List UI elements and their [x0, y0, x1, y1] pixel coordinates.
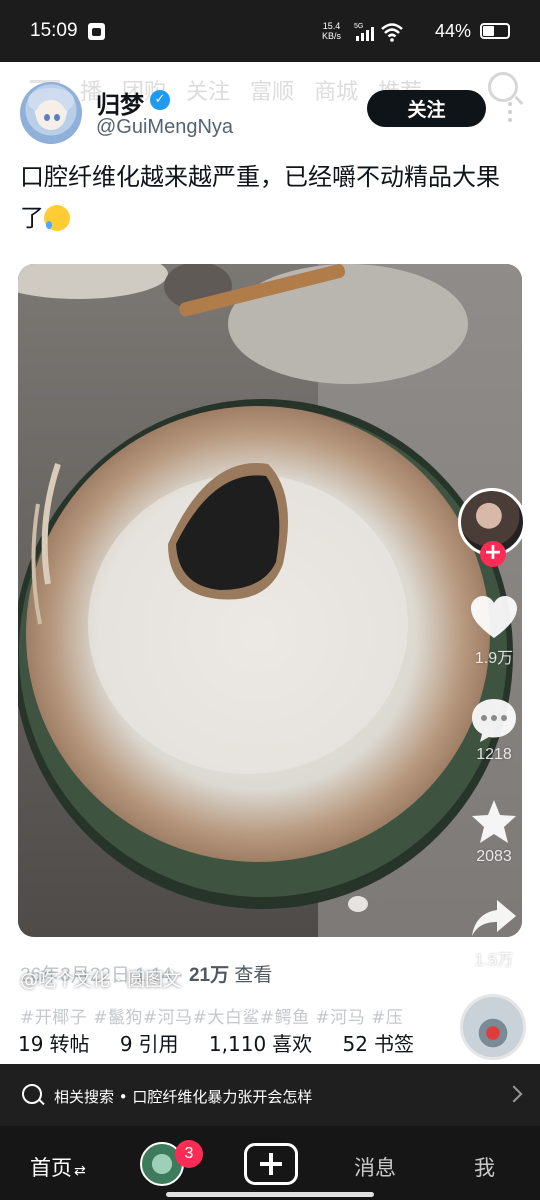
view-count: 21万 — [188, 965, 230, 986]
app-notification-icon — [88, 23, 105, 40]
status-time: 15:09 — [30, 20, 78, 41]
comment-icon — [472, 699, 516, 742]
engagement-stats: 19 转帖 9 引用 1,110 喜欢 52 书签 — [18, 1028, 438, 1057]
battery-fill — [483, 26, 494, 36]
video-author-tag[interactable]: @吃个文化 · 圆图文 — [20, 966, 181, 992]
search-icon[interactable] — [488, 72, 518, 102]
home-indicator[interactable] — [166, 1192, 374, 1197]
background-tab[interactable]: 商城 — [314, 74, 358, 106]
status-bar: 15:09 15.4 KB/s 5G 44% — [0, 0, 540, 62]
share-count: 1.5万 — [474, 952, 514, 969]
comment-count: 1218 — [476, 746, 512, 763]
battery-percent: 44% — [435, 21, 472, 41]
share-action[interactable]: 1.5万 — [466, 896, 522, 970]
comment-action[interactable]: 1218 — [466, 696, 522, 764]
nav-messages[interactable]: 消息 — [354, 1152, 396, 1182]
favorite-count: 2083 — [476, 848, 512, 865]
nav-home-label: 首页 — [30, 1156, 72, 1180]
verified-badge-icon: ✓ — [150, 90, 170, 110]
create-plus-icon[interactable] — [244, 1143, 298, 1185]
follow-button[interactable]: 关注 — [367, 90, 486, 127]
nav-me[interactable]: 我 — [474, 1152, 495, 1182]
share-arrow-icon — [472, 900, 516, 936]
music-disc-icon[interactable] — [460, 994, 526, 1060]
quote-count: 9 — [119, 1032, 133, 1056]
view-count-label: 查看 — [229, 965, 273, 986]
post-image[interactable] — [18, 264, 522, 937]
related-search-bar[interactable]: 相关搜索 • 口腔纤维化暴力张开会怎样 — [0, 1064, 540, 1126]
like-stat-label[interactable]: 喜欢 — [272, 1032, 312, 1056]
coconut-photo — [18, 264, 522, 937]
heart-icon — [471, 596, 517, 638]
author-handle[interactable]: @GuiMengNya — [96, 116, 233, 139]
network-speed-unit: KB/s — [322, 31, 342, 41]
bookmark-label[interactable]: 书签 — [374, 1032, 414, 1056]
more-icon[interactable] — [508, 102, 512, 126]
favorite-action[interactable]: 2083 — [466, 798, 522, 866]
hashtag-line[interactable]: #开椰子 #鬣狗#河马#大白鲨#鳄鱼 #河马 #压 — [20, 1003, 403, 1028]
bottom-nav: 首页 ⇄ 3 消息 我 — [0, 1126, 540, 1200]
chevron-right-icon — [505, 1085, 523, 1103]
signal-icon: 5G — [354, 23, 374, 41]
like-action[interactable]: 1.9万 — [466, 594, 522, 668]
bookmark-count: 52 — [342, 1032, 368, 1056]
repost-label[interactable]: 转帖 — [49, 1032, 89, 1056]
follow-creator-plus-icon[interactable]: + — [480, 541, 506, 567]
repost-count: 19 — [18, 1032, 44, 1056]
background-tab[interactable]: 关注 — [186, 74, 230, 106]
wifi-icon — [381, 23, 403, 42]
network-type-label: 5G — [354, 23, 363, 30]
nav-home[interactable]: 首页 ⇄ — [30, 1152, 86, 1182]
network-speed-value: 15.4 — [322, 21, 341, 31]
post-text: 口腔纤维化越来越严重，已经嚼不动精品大果了 — [20, 157, 520, 239]
battery-icon — [480, 23, 510, 39]
search-icon — [22, 1084, 42, 1104]
like-count: 1.9万 — [474, 650, 514, 667]
author-avatar[interactable] — [20, 82, 82, 144]
star-icon — [472, 800, 516, 843]
tearful-smile-emoji-icon — [44, 205, 70, 231]
network-speed: 15.4 KB/s — [322, 21, 341, 41]
switch-arrows-icon: ⇄ — [74, 1163, 86, 1179]
post-body: 口腔纤维化越来越严重，已经嚼不动精品大果了 — [20, 163, 500, 232]
like-stat-count: 1,110 — [208, 1032, 267, 1056]
related-search-text: 相关搜索 • 口腔纤维化暴力张开会怎样 — [54, 1088, 313, 1106]
quote-label[interactable]: 引用 — [139, 1032, 179, 1056]
background-tab[interactable]: 富顺 — [250, 74, 294, 106]
notification-badge: 3 — [175, 1140, 203, 1168]
author-display-name[interactable]: 归梦 — [96, 85, 144, 120]
